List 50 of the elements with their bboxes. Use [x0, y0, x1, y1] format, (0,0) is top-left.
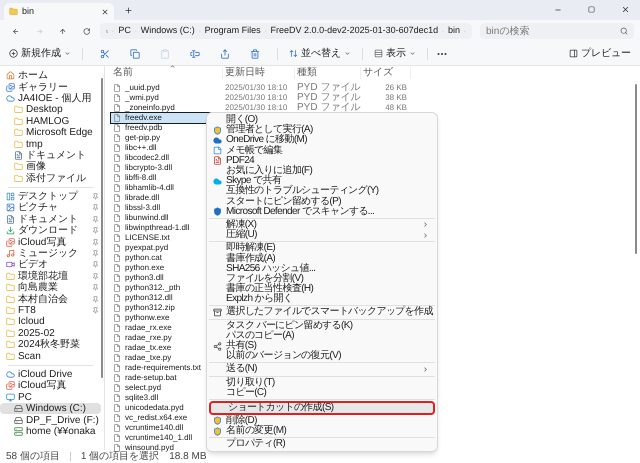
file-name: _zoneinfo.pyd: [125, 103, 175, 113]
file-name: libunwind.dll: [125, 213, 169, 223]
file-name: get-pip.py: [125, 133, 160, 143]
file-name: unicodedata.pyd: [125, 403, 184, 413]
file-name: python.cat: [125, 253, 162, 263]
file-name: radae_txe.py: [125, 353, 172, 363]
type-cell-text: PYD ファイル: [296, 82, 361, 93]
date-cell-text: 2025/01/30 18:10: [224, 103, 288, 113]
file-name: freedv.pdb: [125, 123, 162, 133]
type-cell-text: PYD ファイル: [296, 102, 361, 114]
file-name: librade.dll: [125, 193, 160, 203]
tab-title: bin: [22, 4, 36, 18]
file-name: pyexpat.pyd: [125, 243, 168, 253]
file-name: LICENSE.txt: [125, 233, 170, 243]
file-name: libcodec2.dll: [125, 153, 170, 163]
date-cell-text: 2025/01/30 18:10: [224, 83, 288, 93]
file-name: python312._pth: [125, 283, 180, 293]
file-name: libc++.dll: [125, 143, 157, 153]
date-cell-text: 2025/01/30 18:10: [224, 93, 288, 103]
size-cell-text: 48 KB: [384, 103, 407, 113]
file-name: rade-requirements.txt: [125, 363, 202, 373]
file-name: sqlite3.dll: [125, 393, 158, 403]
selection-status: 1 個の項目を選択: [80, 450, 160, 462]
file-name: rade-setup.bat: [125, 373, 177, 383]
file-name: radae_rx.exe: [125, 323, 172, 333]
file-name: select.pyd: [125, 383, 162, 393]
file-name: pythonw.exe: [125, 313, 170, 323]
file-name: libwinpthread-1.dll: [125, 223, 190, 233]
file-name: libhamlib-4.dll: [125, 183, 174, 193]
file-name: vc_redist.x64.exe: [125, 413, 188, 423]
file-name: _wmi.pyd: [125, 93, 159, 103]
file-name: python3.dll: [125, 273, 164, 283]
file-name: radae_rxe.py: [125, 333, 172, 343]
file-name: libffi-8.dll: [125, 173, 156, 183]
item-count: 58 個の項目: [6, 450, 60, 462]
file-name: libcrypto-3.dll: [125, 163, 172, 173]
file-name: winsound.pyd: [125, 443, 174, 452]
file-name: _uuid.pyd: [125, 83, 160, 93]
size-cell-text: 26 KB: [384, 83, 407, 93]
file-name: python312.dll: [125, 293, 173, 303]
selection-size: 18.8 MB: [169, 450, 206, 462]
file-name: vcruntime140_1.dll: [125, 433, 192, 443]
file-name: radae_tx.exe: [125, 343, 172, 353]
file-name: freedv.exe: [125, 113, 162, 123]
type-cell-text: PYD ファイル: [296, 92, 361, 103]
file-name: python.exe: [125, 263, 164, 273]
file-name: vcruntime140.dll: [125, 423, 184, 433]
file-name: libssl-3.dll: [125, 203, 160, 213]
size-cell-text: 38 KB: [384, 93, 407, 103]
file-name: python312.zip: [125, 303, 175, 313]
